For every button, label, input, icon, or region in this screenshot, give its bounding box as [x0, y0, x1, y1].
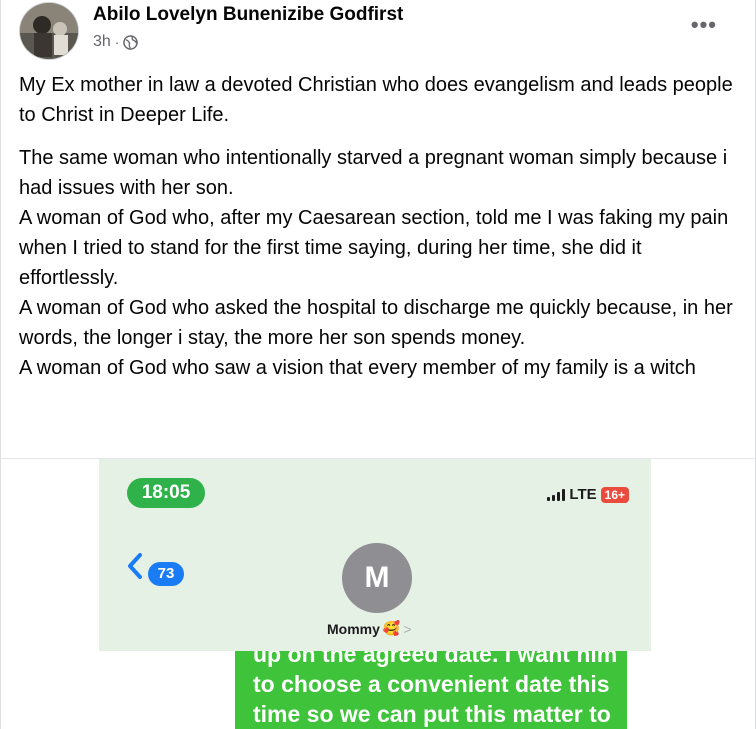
contact-name-text: Mommy — [327, 620, 380, 637]
network-type: LTE — [569, 486, 597, 503]
contact-name: Mommy 🥰 > — [327, 620, 412, 637]
author-avatar[interactable] — [19, 2, 79, 60]
unread-count-badge: 73 — [148, 562, 184, 586]
facebook-post: Abilo Lovelyn Bunenizibe Godfirst 3h · •… — [0, 0, 756, 729]
status-time: 18:05 — [127, 478, 205, 508]
post-time[interactable]: 3h — [93, 33, 111, 51]
signal-icon — [547, 488, 566, 501]
post-paragraph-2: The same woman who intentionally starved… — [19, 147, 733, 379]
meta-separator: · — [114, 34, 120, 50]
back-chevron-icon — [128, 553, 142, 579]
post-image[interactable]: 18:05 LTE 16+ 73 M Mommy 🥰 > up on the a… — [1, 458, 755, 729]
smiling-face-hearts-icon: 🥰 — [382, 620, 401, 636]
post-paragraph-1: My Ex mother in law a devoted Christian … — [19, 74, 733, 126]
post-meta: 3h · — [93, 33, 139, 51]
battery-badge: 16+ — [600, 486, 629, 503]
author-name[interactable]: Abilo Lovelyn Bunenizibe Godfirst — [93, 4, 403, 26]
chevron-right-icon: > — [403, 620, 412, 637]
chat-screenshot: 18:05 LTE 16+ 73 M Mommy 🥰 > — [99, 459, 651, 651]
status-bar-right: LTE 16+ — [547, 486, 629, 503]
more-options-icon[interactable]: ••• — [691, 12, 717, 38]
message-bubble: up on the agreed date. I want him to cho… — [235, 651, 627, 729]
contact-avatar: M — [342, 543, 412, 613]
message-text: up on the agreed date. I want him to cho… — [253, 651, 618, 727]
globe-icon[interactable] — [123, 34, 139, 50]
